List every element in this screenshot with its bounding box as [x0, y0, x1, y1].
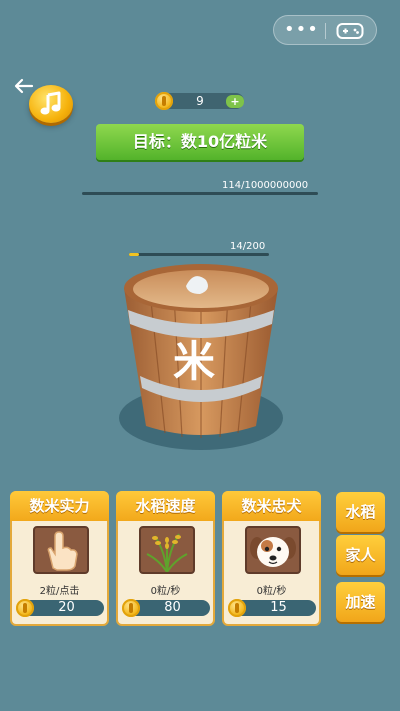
- upgrade-card-loyal-dog[interactable]: 数米忠犬 0粒/秒 15: [222, 491, 321, 626]
- upgrade-cost: 80: [164, 600, 181, 615]
- add-coins-button[interactable]: +: [226, 95, 244, 108]
- upgrade-cost: 20: [58, 600, 75, 615]
- coin-icon: [16, 599, 34, 617]
- goal-banner: 目标：数10亿粒米: [96, 124, 304, 160]
- dog-face-icon: [250, 537, 296, 567]
- bucket-progress-fill: [129, 253, 139, 256]
- more-dots-icon[interactable]: •••: [284, 21, 318, 39]
- bucket-progress-bar: [129, 253, 269, 256]
- goal-progress-text: 114/1000000000: [222, 180, 309, 191]
- upgrade-card-counting-power[interactable]: 数米实力 2粒/点击 20: [10, 491, 109, 626]
- upgrade-card-rice-speed[interactable]: 水稻速度 0粒/秒 80: [116, 491, 215, 626]
- rice-button[interactable]: 水稻: [336, 492, 385, 532]
- card-rate: 0粒/秒: [150, 586, 181, 597]
- bucket-label: 米: [173, 337, 215, 386]
- coin-icon: [155, 92, 173, 110]
- rice-plant-icon: [146, 533, 188, 572]
- miniprogram-capsule: •••: [273, 15, 377, 45]
- speed-up-button[interactable]: 加速: [336, 582, 385, 622]
- capsule-divider: [325, 23, 326, 39]
- goal-text: 目标：数10亿粒米: [132, 132, 268, 151]
- coin-icon: [122, 599, 140, 617]
- coin-icon: [228, 599, 246, 617]
- upgrade-cost: 15: [270, 600, 287, 615]
- card-icon-frame: [33, 526, 89, 574]
- card-title: 数米实力: [10, 491, 109, 521]
- card-rate: 0粒/秒: [256, 586, 287, 597]
- goal-progress-bar: [82, 192, 318, 195]
- card-icon-frame: [245, 526, 301, 574]
- card-rate: 2粒/点击: [39, 586, 80, 597]
- family-button[interactable]: 家人: [336, 535, 385, 575]
- music-toggle-button[interactable]: [29, 85, 73, 123]
- bucket-progress-text: 14/200: [230, 241, 266, 252]
- music-note-icon: [40, 91, 61, 115]
- card-icon-frame: [139, 526, 195, 574]
- card-title: 水稻速度: [116, 491, 215, 521]
- rice-bucket[interactable]: 米: [110, 258, 292, 454]
- card-title: 数米忠犬: [222, 491, 321, 521]
- gamepad-icon[interactable]: [336, 22, 364, 40]
- hand-tap-icon: [47, 531, 78, 571]
